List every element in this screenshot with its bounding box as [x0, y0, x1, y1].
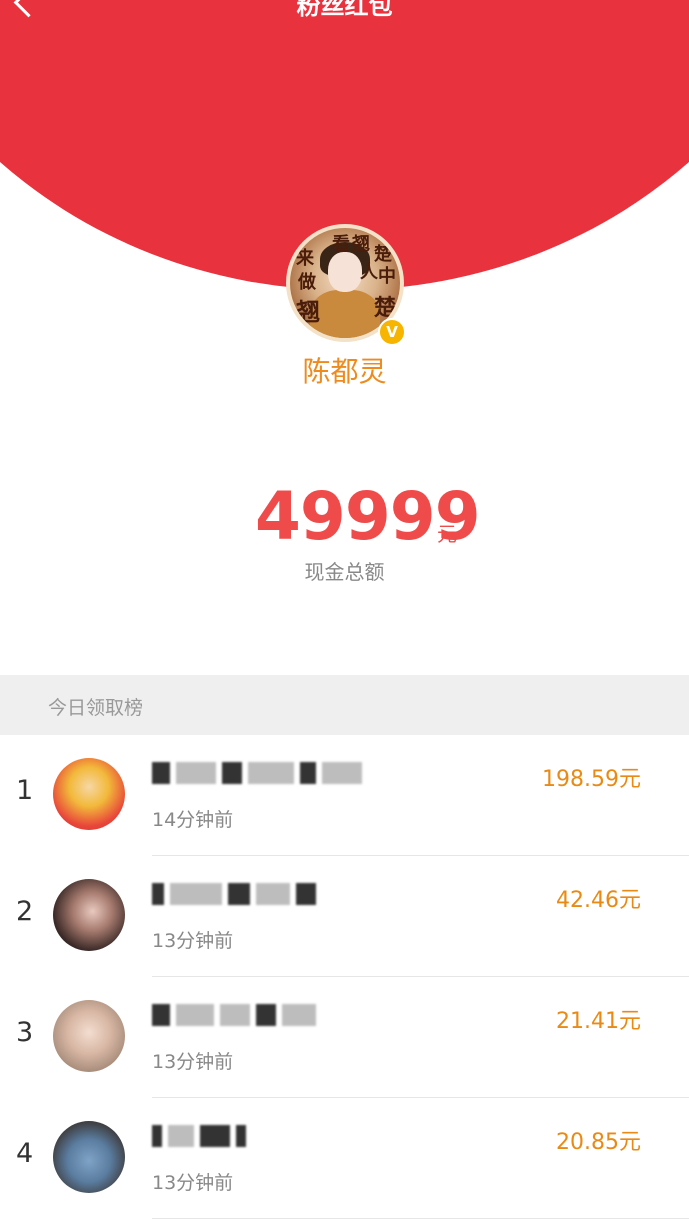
user-name-obscured — [152, 757, 362, 789]
owner-name[interactable]: 陈都灵 — [0, 350, 689, 390]
avatar-text: 做 — [298, 272, 316, 293]
avatar-text: 来 — [296, 248, 314, 269]
claim-amount: 20.85元 — [556, 1130, 641, 1155]
avatar-body-shape — [310, 290, 380, 338]
page-title: 粉丝红包 — [296, 0, 393, 20]
avatar-text: 翘 — [296, 297, 320, 326]
user-avatar[interactable] — [53, 1000, 125, 1072]
avatar-text: 翘 — [352, 234, 370, 255]
avatar-text: 人 — [360, 262, 378, 283]
claim-time: 13分钟前 — [152, 930, 234, 952]
leaderboard-title: 今日领取榜 — [48, 697, 144, 719]
user-name-obscured — [152, 878, 316, 910]
avatar-face-shape — [328, 252, 362, 292]
verified-badge-icon: V — [378, 318, 406, 346]
user-name-obscured — [152, 1120, 246, 1152]
leaderboard-row[interactable]: 3 13分钟前 21.41元 — [0, 977, 689, 1098]
rank-number: 3 — [16, 1017, 34, 1048]
leaderboard-row[interactable]: 2 13分钟前 42.46元 — [0, 856, 689, 977]
leaderboard-row[interactable]: 1 14分钟前 198.59元 — [0, 735, 689, 856]
claim-amount: 42.46元 — [556, 888, 641, 913]
claim-amount: 198.59元 — [542, 767, 641, 792]
claim-time: 14分钟前 — [152, 809, 234, 831]
leaderboard-header: 今日领取榜 — [0, 675, 689, 735]
claim-time: 13分钟前 — [152, 1051, 234, 1073]
row-divider — [152, 1218, 689, 1219]
total-amount-label: 现金总额 — [304, 560, 385, 584]
avatar-text: 看 — [332, 234, 350, 255]
user-avatar[interactable] — [53, 1121, 125, 1193]
claim-time: 13分钟前 — [152, 1172, 234, 1194]
total-amount-unit: 元 — [437, 522, 457, 546]
rank-number: 2 — [16, 896, 34, 927]
rank-number: 4 — [16, 1138, 34, 1169]
avatar-text: 中 — [378, 266, 396, 287]
user-avatar[interactable] — [53, 758, 125, 830]
user-avatar[interactable] — [53, 879, 125, 951]
rank-number: 1 — [16, 775, 34, 806]
leaderboard-row[interactable]: 4 13分钟前 20.85元 — [0, 1098, 689, 1219]
user-name-obscured — [152, 999, 316, 1031]
claim-amount: 21.41元 — [556, 1009, 641, 1034]
